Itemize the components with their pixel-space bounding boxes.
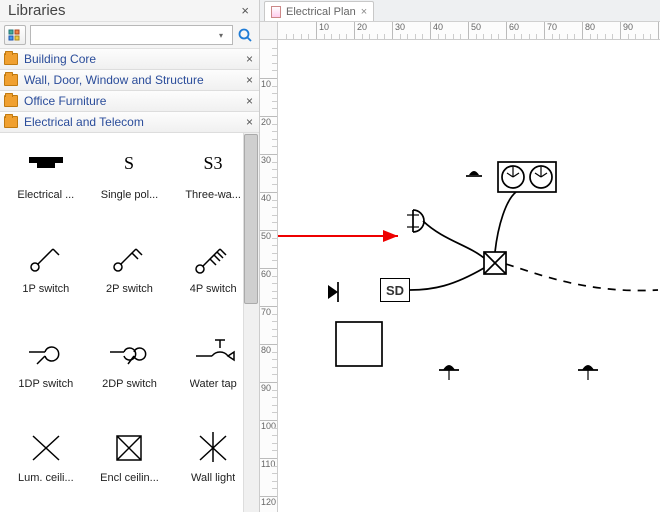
shape-label: 2DP switch bbox=[102, 378, 157, 390]
library-row[interactable]: Office Furniture× bbox=[0, 91, 259, 112]
library-row[interactable]: Electrical and Telecom× bbox=[0, 112, 259, 133]
shape-label: 4P switch bbox=[190, 283, 237, 295]
search-icon[interactable] bbox=[235, 25, 255, 45]
shape-label: Electrical ... bbox=[17, 189, 74, 201]
library-label: Electrical and Telecom bbox=[24, 115, 246, 129]
close-icon[interactable]: × bbox=[246, 115, 253, 129]
tab-label: Electrical Plan bbox=[286, 6, 356, 18]
close-icon[interactable]: × bbox=[246, 52, 253, 66]
ruler-corner bbox=[260, 22, 278, 40]
shape-label: Encl ceilin... bbox=[100, 472, 159, 484]
folder-icon bbox=[4, 116, 18, 128]
shape-item[interactable]: 2DP switch bbox=[88, 332, 172, 408]
svg-text:S: S bbox=[124, 153, 134, 173]
ruler-vertical: 102030405060708090100110120 bbox=[260, 40, 278, 512]
shape-item[interactable]: Lum. ceili... bbox=[4, 426, 88, 502]
shape-label: Single pol... bbox=[101, 189, 158, 201]
shape-item[interactable]: Electrical ... bbox=[4, 143, 88, 219]
shape-item[interactable]: S Single pol... bbox=[88, 143, 172, 219]
close-icon[interactable]: × bbox=[246, 73, 253, 87]
shape-item[interactable]: Encl ceilin... bbox=[88, 426, 172, 502]
folder-icon bbox=[4, 95, 18, 107]
svg-text:S3: S3 bbox=[204, 153, 223, 173]
close-icon[interactable]: × bbox=[246, 94, 253, 108]
tab-electrical-plan[interactable]: Electrical Plan × bbox=[264, 1, 374, 21]
drawing-canvas[interactable]: SD bbox=[278, 40, 660, 512]
folder-icon bbox=[4, 74, 18, 86]
shape-label: 1DP switch bbox=[18, 378, 73, 390]
tab-strip: Electrical Plan × bbox=[260, 0, 660, 22]
library-row[interactable]: Building Core× bbox=[0, 49, 259, 70]
shape-item[interactable]: 2P switch bbox=[88, 237, 172, 313]
shape-label: Wall light bbox=[191, 472, 235, 484]
shape-item[interactable]: 1P switch bbox=[4, 237, 88, 313]
shape-item[interactable]: 1DP switch bbox=[4, 332, 88, 408]
search-row: ▾ bbox=[0, 22, 259, 49]
shape-label: Water tap bbox=[190, 378, 237, 390]
shape-label: 1P switch bbox=[22, 283, 69, 295]
library-label: Wall, Door, Window and Structure bbox=[24, 73, 246, 87]
close-icon[interactable]: × bbox=[361, 6, 367, 18]
library-row[interactable]: Wall, Door, Window and Structure× bbox=[0, 70, 259, 91]
sd-box[interactable]: SD bbox=[380, 278, 410, 302]
library-label: Building Core bbox=[24, 52, 246, 66]
scrollbar[interactable] bbox=[243, 133, 259, 512]
folder-icon bbox=[4, 53, 18, 65]
library-menu-button[interactable] bbox=[4, 25, 26, 45]
canvas-area: Electrical Plan × 102030405060708090100 … bbox=[260, 0, 660, 512]
libraries-panel: Libraries × ▾ Building Core×Wall, Door, … bbox=[0, 0, 260, 512]
panel-header: Libraries × bbox=[0, 0, 259, 22]
shape-label: 2P switch bbox=[106, 283, 153, 295]
search-input[interactable] bbox=[30, 25, 233, 45]
shape-label: Lum. ceili... bbox=[18, 472, 74, 484]
panel-title: Libraries bbox=[8, 2, 237, 19]
document-icon bbox=[271, 6, 281, 18]
library-label: Office Furniture bbox=[24, 94, 246, 108]
shape-label: Three-wa... bbox=[185, 189, 241, 201]
close-icon[interactable]: × bbox=[237, 3, 253, 18]
ruler-horizontal: 102030405060708090100 bbox=[278, 22, 660, 40]
shape-palette: Electrical ... S Single pol... S3 Three-wa..… bbox=[0, 133, 259, 512]
